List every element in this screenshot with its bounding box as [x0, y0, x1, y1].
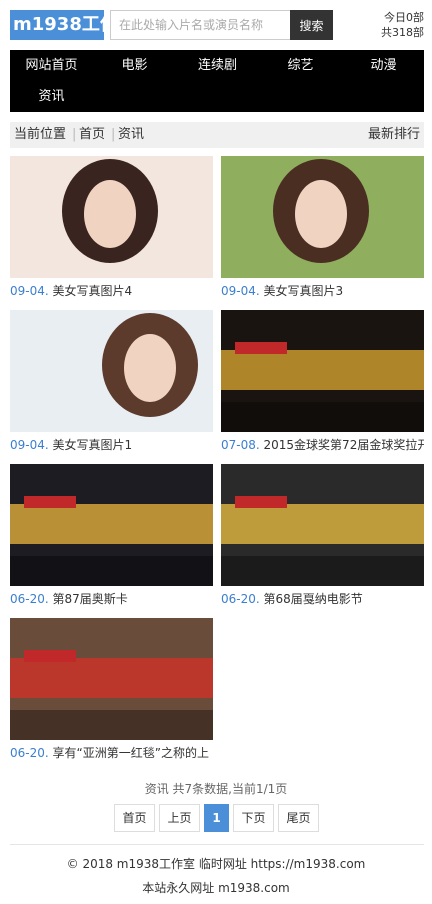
- stats-panel: 今日0部 共318部: [381, 10, 424, 40]
- stats-total: 共318部: [381, 26, 424, 39]
- first-page-button[interactable]: 首页: [114, 804, 155, 832]
- article-card[interactable]: 07-08. 2015金球奖第72届金球奖拉开: [221, 310, 424, 455]
- article-title[interactable]: 第87届奥斯卡: [53, 592, 128, 606]
- article-caption[interactable]: 06-20. 享有“亚洲第一红毯”之称的上: [10, 743, 213, 763]
- latest-ranking-link[interactable]: 最新排行: [368, 122, 420, 148]
- article-date: 09-04.: [10, 438, 49, 452]
- nav-item-series[interactable]: 连续剧: [176, 50, 259, 81]
- nav-item-home[interactable]: 网站首页: [10, 50, 93, 81]
- footer-permanent-url: 本站永久网址 m1938.com: [142, 881, 290, 895]
- nav-item-anime[interactable]: 动漫: [342, 50, 425, 81]
- article-date: 09-04.: [10, 284, 49, 298]
- article-thumbnail-golden-globe-poster[interactable]: [221, 310, 424, 432]
- stats-today: 今日0部: [384, 11, 424, 24]
- article-card[interactable]: 06-20. 享有“亚洲第一红毯”之称的上: [10, 618, 213, 763]
- article-caption[interactable]: 09-04. 美女写真图片3: [221, 281, 424, 301]
- nav-item-movies[interactable]: 电影: [93, 50, 176, 81]
- article-title[interactable]: 美女写真图片1: [53, 438, 133, 452]
- article-date: 06-20.: [221, 592, 260, 606]
- article-thumbnail-oscars-poster[interactable]: [10, 464, 213, 586]
- article-thumbnail-portrait-photo[interactable]: [10, 156, 213, 278]
- pagination: 首页 上页 1 下页 尾页: [0, 804, 432, 832]
- article-title[interactable]: 第68届戛纳电影节: [264, 592, 363, 606]
- footer-copyright: © 2018 m1938工作室 临时网址 https://m1938.com: [66, 857, 366, 871]
- article-date: 06-20.: [10, 592, 49, 606]
- article-card[interactable]: 09-04. 美女写真图片3: [221, 156, 424, 301]
- breadcrumb-separator: |: [72, 127, 77, 142]
- breadcrumb: 当前位置 | 首页 | 资讯 最新排行: [10, 122, 424, 148]
- article-caption[interactable]: 06-20. 第87届奥斯卡: [10, 589, 213, 609]
- site-header: m1938工作室 搜索 今日0部 共318部: [0, 0, 432, 46]
- article-thumbnail-shanghai-festival-poster[interactable]: [10, 618, 213, 740]
- article-card[interactable]: 09-04. 美女写真图片1: [10, 310, 213, 455]
- nav-item-news[interactable]: 资讯: [10, 81, 93, 112]
- article-caption[interactable]: 09-04. 美女写真图片1: [10, 435, 213, 455]
- article-caption[interactable]: 07-08. 2015金球奖第72届金球奖拉开: [221, 435, 424, 455]
- breadcrumb-separator: |: [111, 127, 116, 142]
- search-input[interactable]: [110, 10, 290, 40]
- breadcrumb-current[interactable]: 资讯: [118, 122, 144, 148]
- article-card[interactable]: 06-20. 第87届奥斯卡: [10, 464, 213, 609]
- breadcrumb-home[interactable]: 首页: [79, 122, 105, 148]
- article-title[interactable]: 2015金球奖第72届金球奖拉开: [264, 438, 424, 452]
- footer-divider: [10, 844, 424, 845]
- nav-item-variety[interactable]: 综艺: [259, 50, 342, 81]
- prev-page-button[interactable]: 上页: [159, 804, 200, 832]
- article-thumbnail-cannes-poster[interactable]: [221, 464, 424, 586]
- main-nav: 网站首页 电影 连续剧 综艺 动漫 资讯: [10, 50, 424, 112]
- article-title[interactable]: 美女写真图片4: [53, 284, 133, 298]
- article-caption[interactable]: 06-20. 第68届戛纳电影节: [221, 589, 424, 609]
- search-button[interactable]: 搜索: [290, 10, 333, 40]
- article-date: 06-20.: [10, 746, 49, 760]
- page-info: 资讯 共7条数据,当前1/1页: [144, 782, 288, 796]
- site-logo[interactable]: m1938工作室: [10, 10, 104, 40]
- article-card[interactable]: 06-20. 第68届戛纳电影节: [221, 464, 424, 609]
- breadcrumb-label: 当前位置: [14, 127, 67, 142]
- next-page-button[interactable]: 下页: [233, 804, 274, 832]
- article-title[interactable]: 美女写真图片3: [264, 284, 344, 298]
- article-date: 09-04.: [221, 284, 260, 298]
- last-page-button[interactable]: 尾页: [278, 804, 319, 832]
- article-title[interactable]: 享有“亚洲第一红毯”之称的上: [53, 746, 209, 760]
- article-caption[interactable]: 09-04. 美女写真图片4: [10, 281, 213, 301]
- article-thumbnail-portrait-photo[interactable]: [221, 156, 424, 278]
- article-date: 07-08.: [221, 438, 260, 452]
- current-page-button[interactable]: 1: [204, 804, 229, 832]
- article-card[interactable]: 09-04. 美女写真图片4: [10, 156, 213, 301]
- article-thumbnail-portrait-photo[interactable]: [10, 310, 213, 432]
